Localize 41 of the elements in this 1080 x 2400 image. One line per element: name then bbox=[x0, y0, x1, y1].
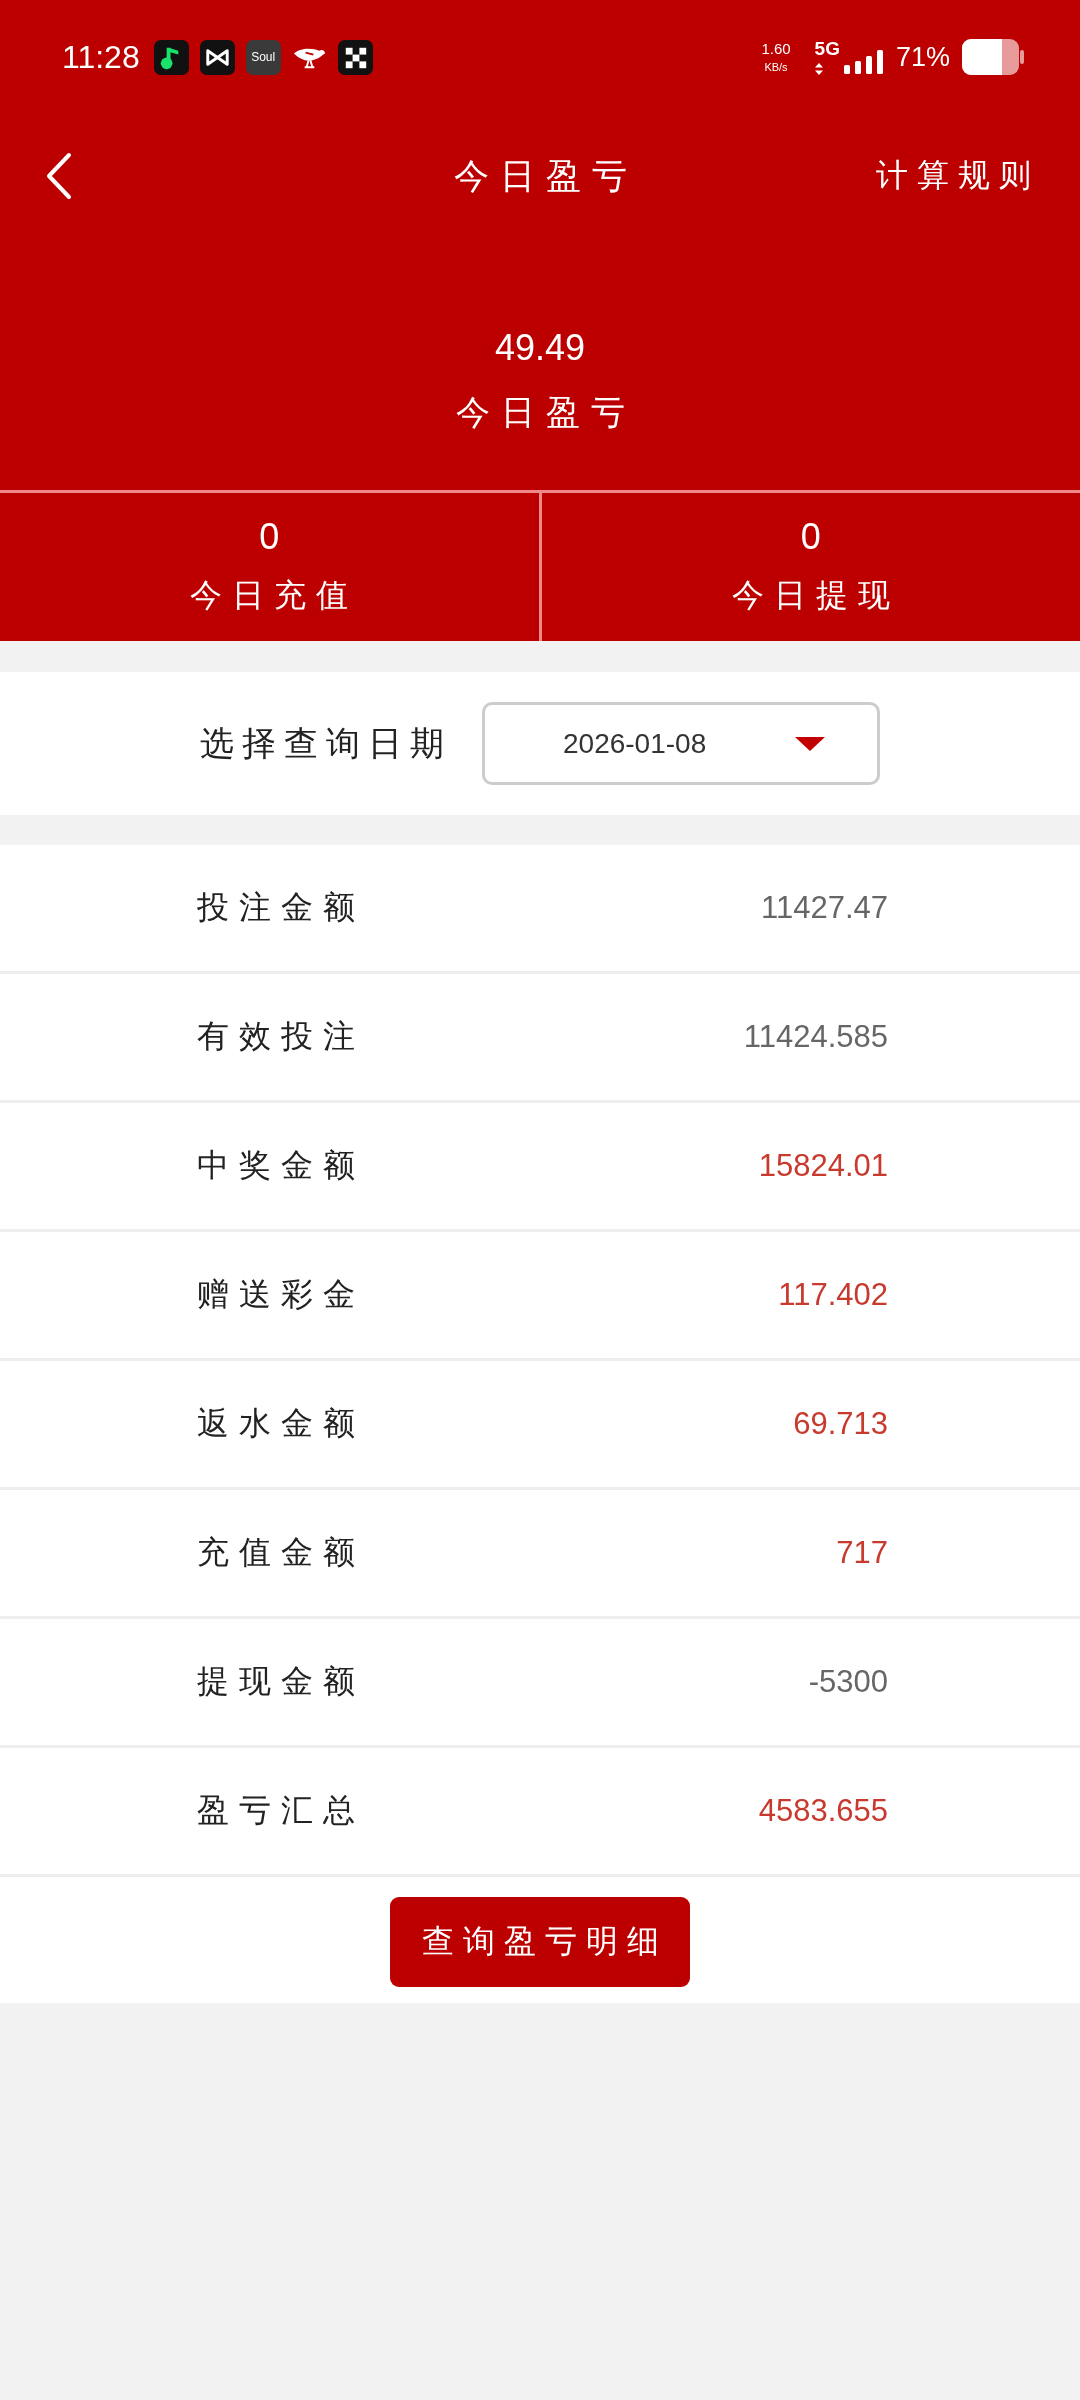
date-dropdown[interactable]: 2026-01-08 bbox=[482, 702, 880, 785]
rules-link[interactable]: 计算规则 bbox=[876, 154, 1040, 198]
row-label: 投注金额 bbox=[197, 887, 365, 928]
network-type: 5G bbox=[814, 39, 840, 58]
signal-icon bbox=[843, 50, 884, 74]
row-label: 中奖金额 bbox=[197, 1145, 365, 1186]
row-label: 有效投注 bbox=[197, 1016, 365, 1057]
stat-label: 今日充值 bbox=[190, 575, 359, 616]
row-label: 赠送彩金 bbox=[197, 1274, 365, 1315]
query-details-button[interactable]: 查询盈亏明细 bbox=[390, 1897, 690, 1987]
app-logo: Soul bbox=[245, 39, 281, 75]
battery-percent: 71% bbox=[895, 41, 950, 73]
battery-icon bbox=[962, 39, 1024, 75]
row-label: 盈亏汇总 bbox=[197, 1790, 365, 1831]
stat-value: 0 bbox=[259, 515, 280, 559]
row-value: 117.402 bbox=[778, 1277, 888, 1313]
back-icon[interactable] bbox=[45, 152, 73, 200]
date-filter-label: 选择查询日期 bbox=[200, 721, 452, 765]
row-value: -5300 bbox=[808, 1664, 888, 1700]
status-time: 11:28 bbox=[62, 38, 140, 76]
music-note-icon bbox=[153, 39, 189, 75]
caret-icon bbox=[795, 736, 825, 751]
page-title: 今日盈亏 bbox=[453, 154, 638, 198]
row-label: 提现金额 bbox=[197, 1661, 365, 1702]
row-value: 11427.47 bbox=[761, 890, 888, 926]
stat-value: 0 bbox=[800, 515, 821, 559]
row-value: 69.713 bbox=[793, 1406, 888, 1442]
row-value: 4583.655 bbox=[758, 1793, 888, 1829]
row-value: 11424.585 bbox=[743, 1019, 888, 1055]
updown-arrows-icon bbox=[814, 63, 823, 75]
profit-value: 49.49 bbox=[494, 326, 586, 370]
stat-label: 今日提现 bbox=[731, 575, 900, 616]
net-speed: 1.60 bbox=[761, 40, 791, 58]
row-label: 充值金额 bbox=[197, 1532, 365, 1573]
profit-label: 今日盈亏 bbox=[455, 391, 636, 434]
bowtie-icon bbox=[199, 39, 235, 75]
row-value: 717 bbox=[836, 1535, 888, 1571]
checker-icon bbox=[337, 39, 373, 75]
net-speed-unit: KB/s bbox=[764, 61, 788, 74]
row-label: 返水金额 bbox=[197, 1403, 365, 1444]
row-value: 15824.01 bbox=[758, 1148, 888, 1184]
